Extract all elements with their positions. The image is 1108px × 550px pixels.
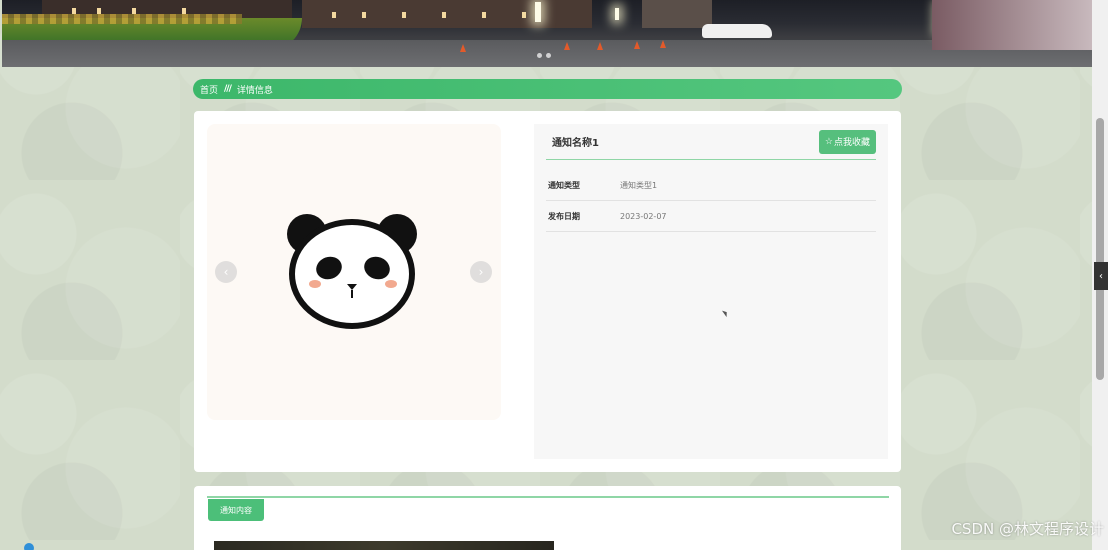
breadcrumb: 首页 /// 详情信息 [193,79,902,99]
image-carousel[interactable]: ‹ › [207,124,501,420]
breadcrumb-home-link[interactable]: 首页 [200,83,218,96]
floating-indicator [24,543,34,550]
detail-header: 通知名称1 ☆ 点我收藏 [546,124,876,160]
panda-image [287,214,417,329]
mouse-cursor-icon [721,308,730,318]
star-outline-icon: ☆ [824,136,833,146]
breadcrumb-current: 详情信息 [236,85,273,96]
field-label: 发布日期 [548,211,580,221]
chevron-left-icon: ‹ [223,265,229,279]
header-banner-image [2,0,1092,67]
watermark-text: CSDN @林文程序设计 [951,520,1104,538]
chevron-right-icon: › [478,265,484,279]
chevron-left-icon: ‹ [1099,270,1103,282]
field-row-notice-type: 通知类型 通知类型1 [546,170,876,201]
favorite-button-label: 点我收藏 [833,137,870,147]
content-divider [207,496,889,498]
content-card: 通知内容 [194,486,901,550]
detail-info-panel: 通知名称1 ☆ 点我收藏 通知类型 通知类型1 发布日期 2023-02-07 [534,124,888,459]
content-image [214,541,554,550]
notice-title: 通知名称1 [552,138,599,149]
detail-card: ‹ › 通知名称1 ☆ 点我收藏 通知类型 通知类型1 发布日期 2023-02… [194,111,901,472]
field-value: 通知类型1 [620,180,658,190]
field-value: 2023-02-07 [620,211,667,221]
carousel-next-button[interactable]: › [470,261,492,283]
tab-notice-content[interactable]: 通知内容 [208,499,264,521]
favorite-button[interactable]: ☆ 点我收藏 [818,129,876,154]
carousel-prev-button[interactable]: ‹ [215,261,237,283]
field-row-publish-date: 发布日期 2023-02-07 [546,201,876,232]
breadcrumb-separator: /// [224,84,232,94]
field-label: 通知类型 [548,180,580,190]
side-toggle-button[interactable]: ‹ [1094,262,1108,290]
scrollbar-thumb[interactable] [1096,118,1104,380]
